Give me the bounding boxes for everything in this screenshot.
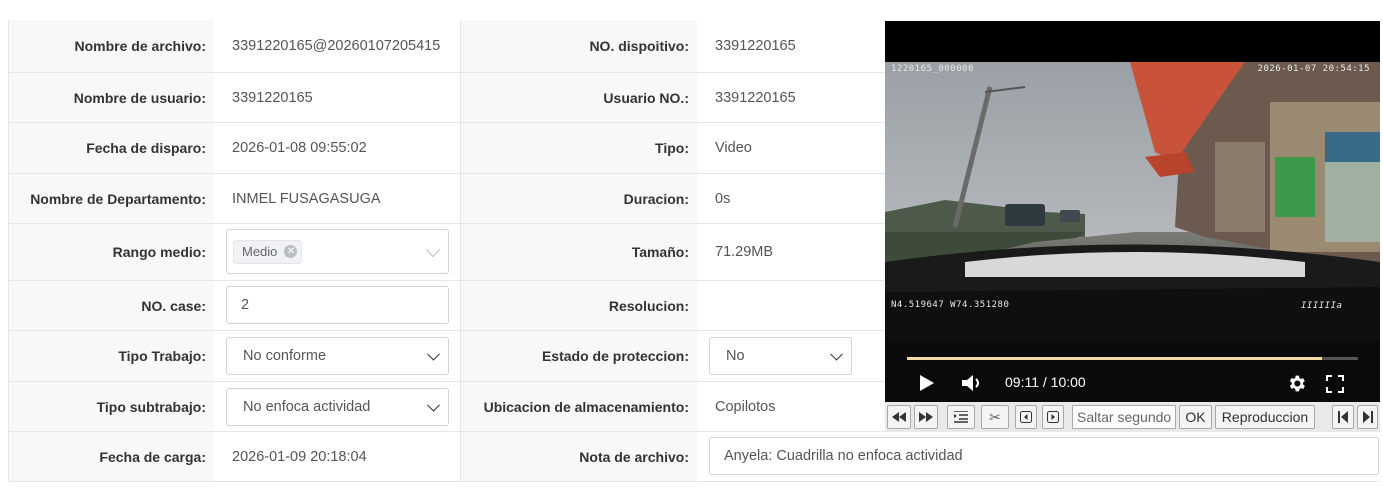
medium-range-select[interactable]: Medio ✕: [226, 229, 449, 274]
resolution-value: [697, 281, 885, 330]
work-type-value: No conforme: [243, 348, 327, 364]
fast-forward-icon[interactable]: [914, 405, 938, 429]
list-icon[interactable]: [947, 405, 975, 429]
work-type-select[interactable]: No conforme: [226, 337, 449, 375]
player-toolbar: ✂ OK Reproduccion: [885, 402, 1380, 432]
type-label: Tipo:: [460, 123, 697, 173]
protection-label: Estado de proteccion:: [460, 331, 697, 381]
next-frame-icon[interactable]: [1042, 405, 1064, 429]
column-divider: [460, 20, 461, 482]
chevron-down-icon: [427, 347, 440, 361]
video-player[interactable]: 1220165_000000 2026-01-07 20:54:15 N4.51…: [885, 21, 1380, 402]
file-note-label: Nota de archivo:: [460, 432, 697, 481]
play-icon[interactable]: [919, 374, 935, 392]
chevron-down-icon: [830, 347, 843, 361]
osd-gps: N4.519647 W74.351280: [891, 300, 1010, 310]
osd-brand: IIIIIIa: [1301, 301, 1343, 311]
department-label: Nombre de Departamento:: [8, 174, 214, 223]
table-row: Fecha de disparo: 2026-01-08 09:55:02 Ti…: [8, 122, 885, 173]
work-subtype-value: No enfoca actividad: [243, 399, 371, 415]
protection-select[interactable]: No: [709, 337, 852, 375]
chevron-down-icon: [427, 398, 440, 412]
osd-timestamp: 2026-01-07 20:54:15: [1257, 64, 1370, 74]
table-row: Nombre de archivo: 3391220165@2026010720…: [8, 20, 885, 72]
skip-start-icon[interactable]: [1332, 405, 1354, 429]
work-type-label: Tipo Trabajo:: [8, 331, 214, 381]
medium-range-label: Rango medio:: [8, 224, 214, 280]
storage-label: Ubicacion de almacenamiento:: [460, 382, 697, 431]
progress-bar[interactable]: [907, 357, 1358, 360]
file-note-value: Anyela: Cuadrilla no enfoca actividad: [724, 448, 963, 464]
medio-tag: Medio ✕: [233, 239, 303, 264]
volume-icon[interactable]: [961, 374, 983, 392]
rewind-icon[interactable]: [887, 405, 911, 429]
scissors-icon[interactable]: ✂: [981, 405, 1009, 429]
resolution-label: Resolucion:: [460, 281, 697, 330]
user-name-value: 3391220165: [214, 73, 460, 122]
duration-label: Duracion:: [460, 174, 697, 223]
time-display: 09:11 / 10:00: [1005, 374, 1086, 390]
size-label: Tamaño:: [460, 224, 697, 280]
duration-value: 0s: [697, 174, 885, 223]
work-subtype-select[interactable]: No enfoca actividad: [226, 388, 449, 426]
file-name-value: 3391220165@20260107205415: [214, 20, 460, 72]
table-row: Nombre de usuario: 3391220165 Usuario NO…: [8, 72, 885, 122]
skip-end-icon[interactable]: [1357, 405, 1378, 429]
size-value: 71.29MB: [697, 224, 885, 280]
video-frame: 1220165_000000 2026-01-07 20:54:15 N4.51…: [885, 62, 1380, 341]
user-no-value: 3391220165: [697, 73, 885, 122]
work-subtype-label: Tipo subtrabajo:: [8, 382, 214, 431]
file-name-label: Nombre de archivo:: [8, 20, 214, 72]
type-value: Video: [697, 123, 885, 173]
shot-date-label: Fecha de disparo:: [8, 123, 214, 173]
device-no-label: NO. dispoitivo:: [460, 20, 697, 72]
prev-frame-icon[interactable]: [1015, 405, 1037, 429]
protection-value: No: [726, 348, 745, 364]
file-note-input[interactable]: Anyela: Cuadrilla no enfoca actividad: [709, 437, 1379, 475]
tag-remove-icon[interactable]: ✕: [284, 245, 298, 258]
department-value: INMEL FUSAGASUGA: [214, 174, 460, 223]
case-no-input[interactable]: [226, 286, 449, 324]
jump-seconds-input[interactable]: [1072, 405, 1176, 429]
ok-button[interactable]: OK: [1179, 405, 1212, 429]
upload-date-label: Fecha de carga:: [8, 432, 214, 481]
chevron-down-icon: [425, 242, 441, 257]
settings-icon[interactable]: [1286, 373, 1307, 394]
video-controls: 09:11 / 10:00: [885, 341, 1380, 402]
device-no-value: 3391220165: [697, 20, 885, 72]
progress-fill: [907, 357, 1322, 360]
fullscreen-icon[interactable]: [1326, 375, 1344, 393]
user-no-label: Usuario NO.:: [460, 73, 697, 122]
upload-date-value: 2026-01-09 20:18:04: [214, 432, 460, 481]
table-row: Nombre de Departamento: INMEL FUSAGASUGA…: [8, 173, 885, 223]
osd-camera-id: 1220165_000000: [891, 64, 974, 74]
user-name-label: Nombre de usuario:: [8, 73, 214, 122]
shot-date-value: 2026-01-08 09:55:02: [214, 123, 460, 173]
playback-button[interactable]: Reproduccion: [1215, 405, 1315, 429]
storage-value: Copilotos: [697, 382, 885, 431]
left-border: [8, 20, 9, 482]
case-no-label: NO. case:: [8, 281, 214, 330]
medio-tag-label: Medio: [242, 244, 278, 259]
